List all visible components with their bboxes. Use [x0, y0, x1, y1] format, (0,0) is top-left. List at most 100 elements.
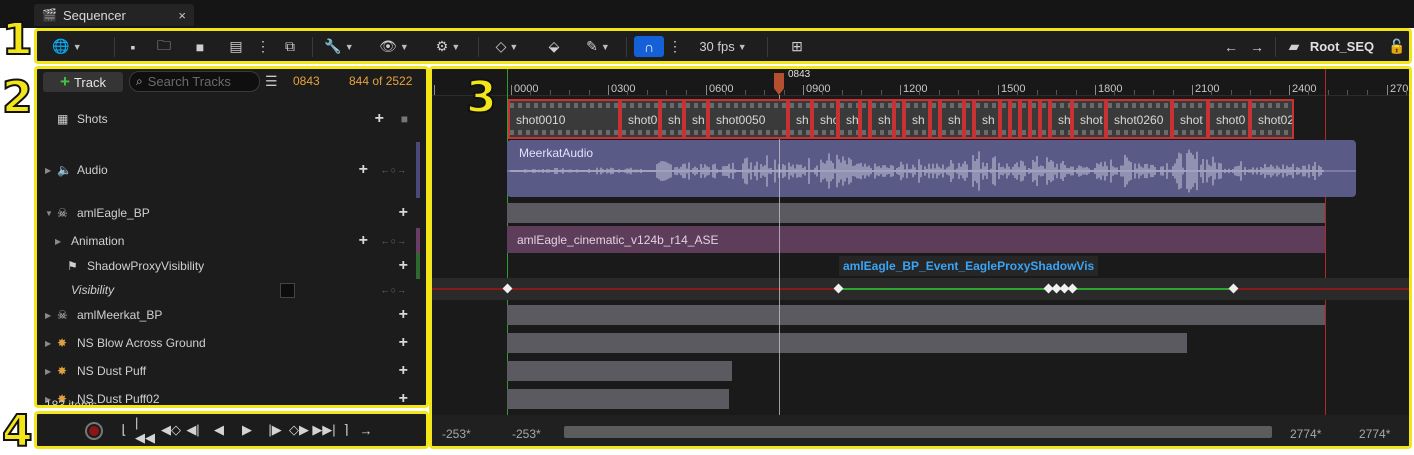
- play-button[interactable]: ▶: [239, 422, 255, 438]
- shot-section[interactable]: [1040, 99, 1050, 139]
- track-row-visibility[interactable]: Visibility ←○→: [37, 277, 420, 303]
- shot-section[interactable]: [860, 99, 870, 139]
- edit-options-button[interactable]: ✎ ▼: [579, 36, 617, 57]
- add-to-track-button[interactable]: +: [399, 334, 408, 352]
- search-tracks-box[interactable]: ⌕: [129, 71, 260, 92]
- shot-section[interactable]: sh: [684, 99, 708, 139]
- shot-section[interactable]: shot: [1172, 99, 1208, 139]
- jump-to-end-button[interactable]: ▶▶|: [312, 422, 335, 438]
- camera-icon[interactable]: ■: [401, 112, 408, 126]
- visibility-checkbox[interactable]: [280, 283, 295, 298]
- key-navigation[interactable]: ←○→: [381, 165, 407, 175]
- save-button[interactable]: ▪: [123, 36, 143, 57]
- shot-section[interactable]: shot0260: [1106, 99, 1172, 139]
- close-icon[interactable]: ×: [178, 8, 186, 23]
- shot-section[interactable]: s: [1000, 99, 1010, 139]
- shot-section[interactable]: [1020, 99, 1030, 139]
- track-row-ns-dust-puff[interactable]: ▶ ✸ NS Dust Puff +: [37, 358, 420, 384]
- ns-blow-across-ground-bar[interactable]: [507, 333, 1187, 353]
- shot-section[interactable]: s: [930, 99, 940, 139]
- amleagle-bp-track-bar[interactable]: [507, 203, 1325, 223]
- snap-options-button[interactable]: ⋮: [668, 36, 682, 57]
- forward-button[interactable]: →: [1247, 36, 1267, 57]
- scrollbar-thumb[interactable]: [564, 426, 1272, 438]
- play-reverse-button[interactable]: ◀: [211, 422, 227, 438]
- working-range-end[interactable]: 2774*: [1359, 427, 1390, 441]
- set-start-button[interactable]: ⌊: [119, 422, 129, 438]
- track-row-audio[interactable]: ▶ 🔈 Audio + ←○→: [37, 142, 420, 198]
- shot-section[interactable]: sh: [870, 99, 894, 139]
- auto-key-button[interactable]: ⬙: [543, 36, 565, 57]
- shot-section[interactable]: [1030, 99, 1040, 139]
- lock-icon[interactable]: 🔓: [1388, 36, 1405, 57]
- chevron-down-icon[interactable]: ▼: [45, 209, 53, 218]
- shot-section[interactable]: sh: [974, 99, 1000, 139]
- chevron-right-icon[interactable]: ▶: [45, 339, 51, 348]
- chevron-right-icon[interactable]: ▶: [45, 367, 51, 376]
- loop-mode-button[interactable]: →: [357, 422, 375, 438]
- shot-section[interactable]: sh: [788, 99, 812, 139]
- animation-clip[interactable]: amlEagle_cinematic_v124b_r14_ASE: [507, 226, 1325, 253]
- timeline-scrollbar[interactable]: [564, 426, 1272, 438]
- playback-options-button[interactable]: ⚙ ▼: [429, 36, 467, 57]
- chevron-right-icon[interactable]: ▶: [45, 311, 51, 320]
- track-row-shots[interactable]: ▦ Shots + ■: [37, 106, 420, 132]
- shot-section[interactable]: sh: [1050, 99, 1072, 139]
- shot-section[interactable]: sh: [940, 99, 964, 139]
- actions-button[interactable]: ⧉: [279, 36, 301, 57]
- view-range-end[interactable]: 2774*: [1290, 427, 1321, 441]
- snap-toggle-button[interactable]: ∩: [634, 36, 664, 57]
- shot-section[interactable]: [1010, 99, 1020, 139]
- shot-section[interactable]: shot0050: [708, 99, 788, 139]
- previous-key-button[interactable]: ◀◇: [161, 422, 181, 438]
- set-end-button[interactable]: ⌉: [341, 422, 351, 438]
- chevron-right-icon[interactable]: ▶: [55, 237, 61, 246]
- ns-dust-puff02-bar[interactable]: [507, 389, 729, 409]
- shot-section[interactable]: [894, 99, 904, 139]
- frame-rate-dropdown[interactable]: 30 fps ▼: [692, 36, 754, 57]
- shot-section[interactable]: shot02: [1250, 99, 1294, 139]
- back-button[interactable]: ←: [1221, 36, 1241, 57]
- track-row-amleagle-bp[interactable]: ▼ ☠ amlEagle_BP +: [37, 200, 420, 226]
- camera-button[interactable]: ■: [189, 36, 211, 57]
- track-row-amlmeerkat-bp[interactable]: ▶ ☠ amlMeerkat_BP +: [37, 302, 420, 328]
- shot-section[interactable]: sh: [904, 99, 930, 139]
- key-navigation[interactable]: ←○→: [381, 236, 407, 246]
- next-key-button[interactable]: ◇▶: [289, 422, 309, 438]
- view-options-button[interactable]: 👁 ▼: [375, 36, 413, 57]
- record-button[interactable]: [85, 422, 103, 440]
- shot-section[interactable]: shot: [1072, 99, 1106, 139]
- shot-section[interactable]: shot0: [1208, 99, 1250, 139]
- key-interpolation-button[interactable]: ◇ ▼: [487, 36, 527, 57]
- track-row-ns-blow-across-ground[interactable]: ▶ ✸ NS Blow Across Ground +: [37, 330, 420, 356]
- shot-section[interactable]: shot0010: [508, 99, 620, 139]
- playback-end-marker[interactable]: [1325, 69, 1326, 415]
- tools-menu-button[interactable]: 🔧 ▼: [321, 36, 357, 57]
- add-track-button[interactable]: + Track: [43, 72, 123, 92]
- amlmeerkat-bp-track-bar[interactable]: [507, 305, 1325, 325]
- search-tracks-input[interactable]: [147, 74, 248, 89]
- find-in-content-browser-button[interactable]: 🗀: [153, 36, 175, 57]
- shot-section[interactable]: shot0: [620, 99, 660, 139]
- sequence-breadcrumb[interactable]: Root_SEQ: [1309, 36, 1375, 57]
- shot-section[interactable]: sh: [660, 99, 684, 139]
- add-shot-button[interactable]: +: [375, 110, 384, 128]
- step-back-button[interactable]: ◀|: [185, 422, 201, 438]
- render-movie-button[interactable]: ▤: [225, 36, 247, 57]
- ns-dust-puff-bar[interactable]: [507, 361, 732, 381]
- add-audio-button[interactable]: +: [359, 161, 368, 179]
- add-to-track-button[interactable]: +: [399, 204, 408, 222]
- shot-section[interactable]: sho: [812, 99, 838, 139]
- add-to-track-button[interactable]: +: [399, 362, 408, 380]
- add-event-button[interactable]: +: [399, 257, 408, 275]
- key-navigation[interactable]: ←○→: [381, 285, 407, 295]
- event-label[interactable]: amlEagle_BP_Event_EagleProxyShadowVis: [839, 256, 1099, 276]
- current-frame-field[interactable]: 0843: [293, 74, 320, 88]
- world-menu-button[interactable]: 🌐 ▼: [49, 36, 85, 57]
- timeline-panel[interactable]: 0000 0300 0600 0900 1200 1500 1800 2100 2400 270 …: [429, 66, 1412, 449]
- time-ruler[interactable]: 0000 0300 0600 0900 1200 1500 1800 2100 2400 270: [432, 69, 1409, 96]
- curve-editor-button[interactable]: ⊞: [785, 36, 809, 57]
- filter-icon[interactable]: ☰: [265, 73, 281, 89]
- add-to-track-button[interactable]: +: [399, 390, 408, 405]
- view-range-start[interactable]: -253*: [512, 427, 541, 441]
